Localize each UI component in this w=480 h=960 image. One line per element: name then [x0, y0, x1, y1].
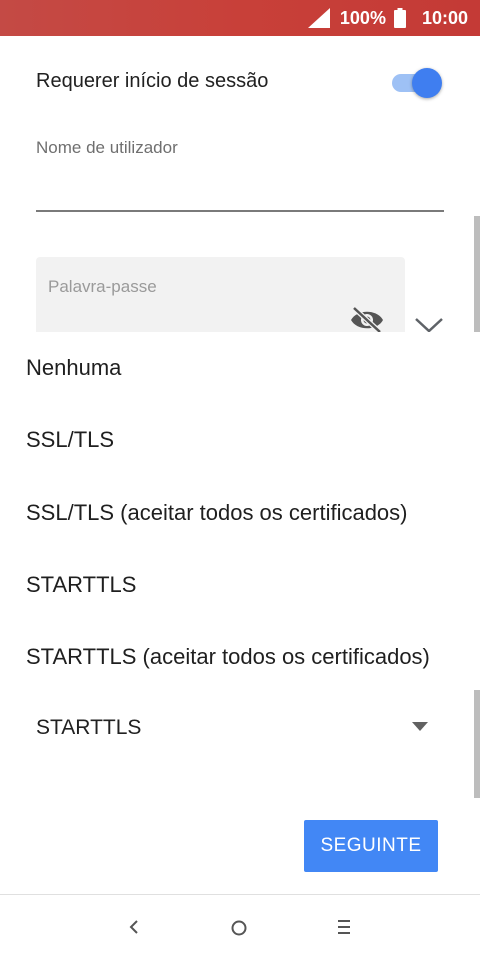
password-field[interactable]: Palavra-passe — [36, 257, 405, 332]
navigation-bar — [0, 894, 480, 960]
signal-icon — [307, 8, 330, 28]
next-button[interactable]: SEGUINTE — [304, 820, 438, 872]
option-ssl-tls-accept-all[interactable]: SSL/TLS (aceitar todos os certificados) — [0, 477, 474, 549]
back-icon[interactable] — [126, 917, 142, 937]
option-none[interactable]: Nenhuma — [0, 332, 474, 404]
dropdown-arrow-icon — [412, 722, 428, 731]
status-icons: 100% 10:00 — [307, 0, 468, 36]
toggle-thumb — [412, 68, 442, 98]
require-login-toggle[interactable] — [392, 66, 442, 98]
username-label: Nome de utilizador — [36, 138, 178, 157]
account-settings-form: Requerer início de sessão Nome de utiliz… — [0, 36, 480, 894]
scrollbar-thumb[interactable] — [474, 216, 480, 332]
eye-off-icon[interactable] — [349, 305, 385, 332]
battery-percentage: 100% — [339, 7, 386, 28]
username-field[interactable] — [36, 210, 444, 212]
option-ssl-tls[interactable]: SSL/TLS — [0, 404, 474, 476]
option-starttls-accept-all[interactable]: STARTTLS (aceitar todos os certificados) — [0, 621, 474, 693]
home-icon[interactable] — [230, 919, 248, 937]
battery-icon — [393, 8, 406, 28]
security-type-select[interactable]: STARTTLS — [36, 708, 436, 748]
security-options-list: Nenhuma SSL/TLS SSL/TLS (aceitar todos o… — [0, 332, 474, 730]
password-placeholder: Palavra-passe — [48, 277, 157, 296]
security-selected-value: STARTTLS — [36, 716, 142, 739]
scrollbar-thumb[interactable] — [474, 690, 480, 798]
status-bar: 100% 10:00 — [0, 0, 480, 36]
option-starttls[interactable]: STARTTLS — [0, 549, 474, 621]
recents-icon[interactable] — [336, 919, 352, 935]
require-login-row[interactable]: Requerer início de sessão — [36, 64, 446, 100]
require-login-label: Requerer início de sessão — [36, 70, 269, 92]
clock: 10:00 — [421, 7, 468, 28]
